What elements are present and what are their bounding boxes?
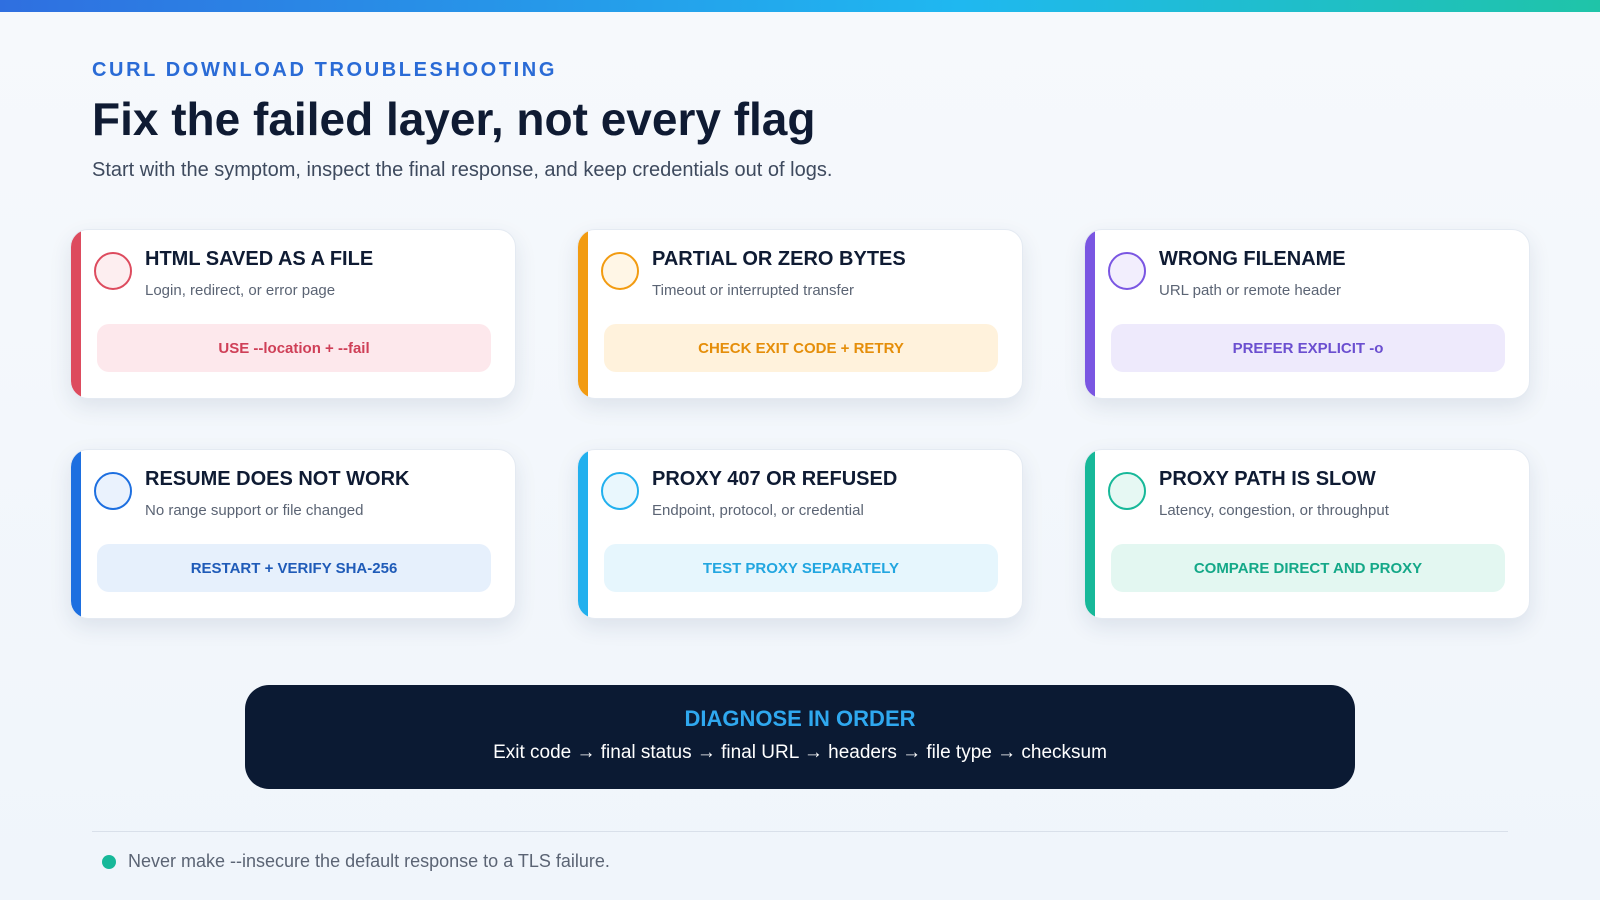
- diagnose-panel: DIAGNOSE IN ORDER Exit code → final stat…: [245, 685, 1355, 789]
- card-partial-bytes: PARTIAL OR ZERO BYTES Timeout or interru…: [577, 229, 1023, 399]
- status-circle-icon: [601, 252, 639, 290]
- eyebrow-label: CURL DOWNLOAD TROUBLESHOOTING: [92, 59, 558, 81]
- card-accent-bar: [71, 450, 81, 618]
- card-subtitle: URL path or remote header: [1159, 282, 1342, 299]
- card-title: WRONG FILENAME: [1159, 248, 1346, 270]
- card-html-saved: HTML SAVED AS A FILE Login, redirect, or…: [70, 229, 516, 399]
- footer-divider: [92, 831, 1508, 832]
- page-title: Fix the failed layer, not every flag: [92, 93, 816, 145]
- card-title: PROXY PATH IS SLOW: [1159, 468, 1376, 490]
- card-proxy-slow: PROXY PATH IS SLOW Latency, congestion, …: [1084, 449, 1530, 619]
- status-circle-icon: [601, 472, 639, 510]
- card-subtitle: Login, redirect, or error page: [145, 282, 336, 299]
- card-accent-bar: [578, 230, 588, 398]
- card-subtitle: Endpoint, protocol, or credential: [652, 502, 864, 519]
- top-gradient-bar: [0, 0, 1600, 12]
- page-subtitle: Start with the symptom, inspect the fina…: [92, 159, 833, 181]
- status-circle-icon: [1108, 472, 1146, 510]
- action-button[interactable]: USE --location + --fail: [97, 324, 491, 372]
- footer-note: Never make --insecure the default respon…: [128, 851, 610, 871]
- card-proxy-407: PROXY 407 OR REFUSED Endpoint, protocol,…: [577, 449, 1023, 619]
- card-resume: RESUME DOES NOT WORK No range support or…: [70, 449, 516, 619]
- action-button[interactable]: COMPARE DIRECT AND PROXY: [1111, 544, 1505, 592]
- card-subtitle: Latency, congestion, or throughput: [1159, 502, 1389, 519]
- status-circle-icon: [94, 472, 132, 510]
- action-button[interactable]: CHECK EXIT CODE + RETRY: [604, 324, 998, 372]
- card-accent-bar: [1085, 230, 1095, 398]
- card-accent-bar: [1085, 450, 1095, 618]
- card-subtitle: Timeout or interrupted transfer: [652, 282, 855, 299]
- diagnose-steps: Exit code → final status → final URL → h…: [493, 742, 1107, 763]
- card-accent-bar: [578, 450, 588, 618]
- card-accent-bar: [71, 230, 81, 398]
- action-button[interactable]: RESTART + VERIFY SHA-256: [97, 544, 491, 592]
- card-title: PARTIAL OR ZERO BYTES: [652, 248, 906, 270]
- bullet-dot-icon: [102, 855, 116, 869]
- action-button[interactable]: TEST PROXY SEPARATELY: [604, 544, 998, 592]
- card-wrong-filename: WRONG FILENAME URL path or remote header…: [1084, 229, 1530, 399]
- card-title: RESUME DOES NOT WORK: [145, 468, 410, 490]
- status-circle-icon: [1108, 252, 1146, 290]
- card-title: HTML SAVED AS A FILE: [145, 248, 374, 270]
- card-subtitle: No range support or file changed: [145, 502, 364, 519]
- status-circle-icon: [94, 252, 132, 290]
- diagnose-title: DIAGNOSE IN ORDER: [684, 706, 916, 731]
- action-button[interactable]: PREFER EXPLICIT -o: [1111, 324, 1505, 372]
- card-title: PROXY 407 OR REFUSED: [652, 468, 898, 490]
